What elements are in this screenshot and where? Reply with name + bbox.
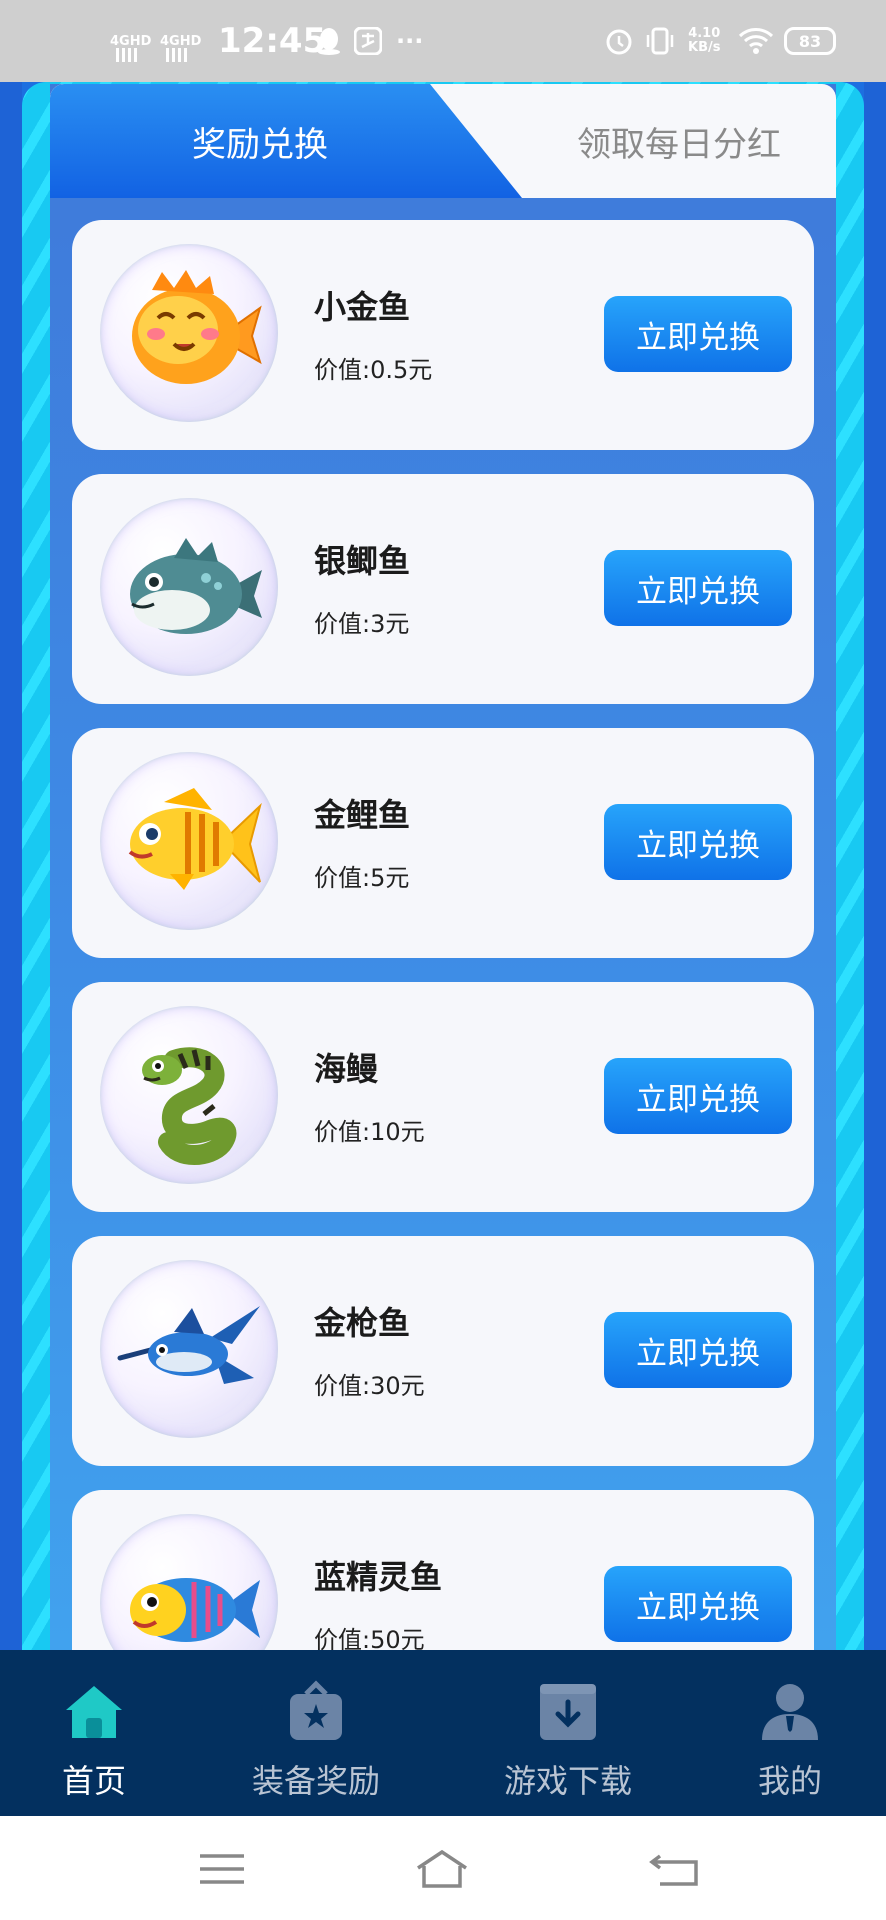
alarm-icon <box>604 0 634 82</box>
exchange-button[interactable]: 立即兑换 <box>604 550 792 626</box>
reward-value: 价值:5元 <box>314 864 410 892</box>
background-right <box>864 82 886 1650</box>
exchange-button[interactable]: 立即兑换 <box>604 1058 792 1134</box>
reward-card: 金枪鱼 价值:30元 立即兑换 <box>72 1236 814 1466</box>
menu-icon[interactable] <box>192 1844 252 1894</box>
reward-card: 银鲫鱼 价值:3元 立即兑换 <box>72 474 814 704</box>
background-left <box>0 82 22 1650</box>
nav-item-download[interactable]: 游戏下载 <box>468 1650 668 1816</box>
download-box-icon <box>540 1684 596 1740</box>
teal-pufferfish-icon <box>100 498 278 676</box>
tab-reward-exchange[interactable]: 奖励兑换 <box>50 84 470 198</box>
tab-bar: 奖励兑换 领取每日分红 <box>50 84 836 198</box>
reward-name: 银鲫鱼 <box>314 542 411 580</box>
qq-icon <box>316 0 342 82</box>
reward-value: 价值:30元 <box>314 1372 425 1400</box>
home-system-icon[interactable] <box>412 1844 472 1894</box>
network-speed: 4.10 KB/s <box>688 26 721 55</box>
battery-indicator: 83 <box>784 0 836 82</box>
status-bar: 4GHD 4GHD 12:45 ··· 4.10 KB/s 83 <box>0 0 886 82</box>
exchange-button[interactable]: 立即兑换 <box>604 296 792 372</box>
reward-name: 蓝精灵鱼 <box>314 1558 443 1596</box>
reward-card: 海鳗 价值:10元 立即兑换 <box>72 982 814 1212</box>
exchange-button[interactable]: 立即兑换 <box>604 1566 792 1642</box>
yellow-striped-fish-icon <box>100 752 278 930</box>
gift-star-icon <box>290 1680 342 1740</box>
blue-swordfish-icon <box>100 1260 278 1438</box>
orange-pufferfish-icon <box>100 244 278 422</box>
green-eel-icon <box>100 1006 278 1184</box>
tab-daily-dividend[interactable]: 领取每日分红 <box>522 84 836 198</box>
bottom-nav: 首页 装备奖励 游戏下载 我的 <box>0 1650 886 1816</box>
reward-name: 小金鱼 <box>314 288 411 326</box>
nav-item-mine[interactable]: 我的 <box>690 1650 886 1816</box>
wifi-icon <box>738 0 774 82</box>
system-nav-bar <box>0 1816 886 1920</box>
nav-item-rewards[interactable]: 装备奖励 <box>216 1650 416 1816</box>
nav-item-home[interactable]: 首页 <box>0 1650 194 1816</box>
reward-name: 金鲤鱼 <box>314 796 411 834</box>
reward-value: 价值:3元 <box>314 610 410 638</box>
reward-value: 价值:0.5元 <box>314 356 433 384</box>
reward-card: 小金鱼 价值:0.5元 立即兑换 <box>72 220 814 450</box>
home-icon <box>66 1686 122 1738</box>
payment-app-icon <box>354 0 382 82</box>
reward-value: 价值:10元 <box>314 1118 425 1146</box>
nav-label-download: 游戏下载 <box>503 1762 632 1800</box>
reward-name: 海鳗 <box>314 1050 379 1088</box>
status-time: 12:45 <box>218 21 327 61</box>
exchange-button[interactable]: 立即兑换 <box>604 1312 792 1388</box>
nav-label-home: 首页 <box>61 1762 126 1800</box>
nav-label-mine: 我的 <box>757 1762 822 1800</box>
exchange-button[interactable]: 立即兑换 <box>604 804 792 880</box>
back-icon[interactable] <box>646 1844 706 1894</box>
reward-name: 金枪鱼 <box>314 1304 411 1342</box>
more-notifications: ··· <box>396 27 424 55</box>
nav-label-rewards: 装备奖励 <box>251 1762 380 1800</box>
user-icon <box>762 1684 818 1740</box>
vibrate-icon <box>644 0 676 82</box>
reward-card: 金鲤鱼 价值:5元 立即兑换 <box>72 728 814 958</box>
